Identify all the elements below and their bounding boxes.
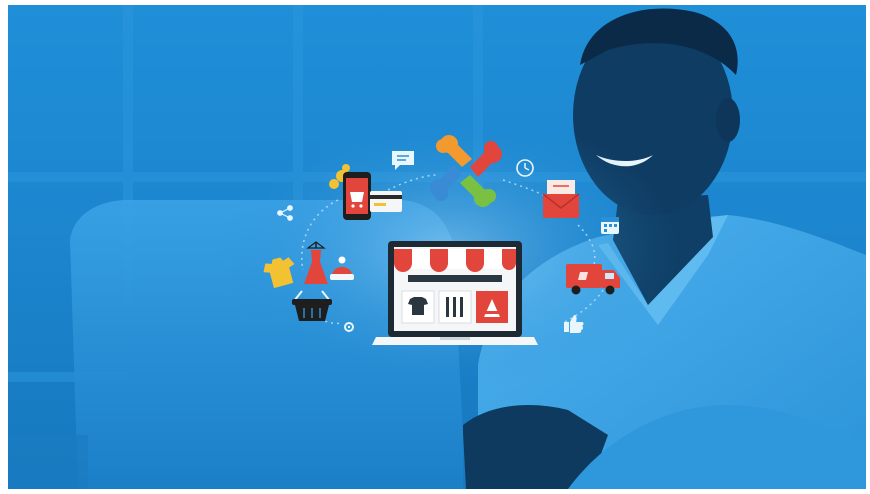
mail-icon [542, 180, 580, 218]
calendar-icon [601, 217, 619, 234]
credit-card-icon [370, 191, 402, 212]
hero-image [8, 5, 866, 489]
online-store-laptop-icon [372, 241, 538, 345]
